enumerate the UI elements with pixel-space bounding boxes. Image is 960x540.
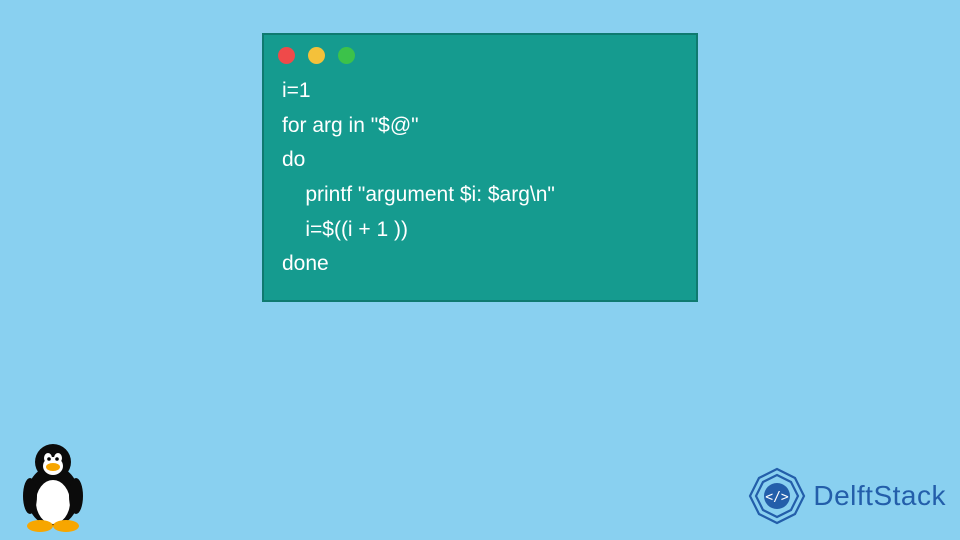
code-line: done: [282, 252, 329, 275]
code-line: printf "argument $i: $arg\n": [282, 183, 555, 206]
brand-name: DelftStack: [813, 480, 946, 512]
code-line: do: [282, 148, 305, 171]
code-line: i=1: [282, 79, 311, 102]
code-line: i=$((i + 1 )): [282, 218, 408, 241]
window-titlebar: [264, 35, 696, 70]
code-line: for arg in "$@": [282, 114, 419, 137]
code-window: i=1 for arg in "$@" do printf "argument …: [262, 33, 698, 302]
svg-text:</>: </>: [766, 490, 790, 505]
code-block: i=1 for arg in "$@" do printf "argument …: [264, 70, 696, 282]
close-icon: [278, 47, 295, 64]
delftstack-logo-icon: </>: [747, 466, 807, 526]
tux-icon: [8, 434, 98, 534]
minimize-icon: [308, 47, 325, 64]
delftstack-branding: </> DelftStack: [747, 466, 946, 526]
maximize-icon: [338, 47, 355, 64]
